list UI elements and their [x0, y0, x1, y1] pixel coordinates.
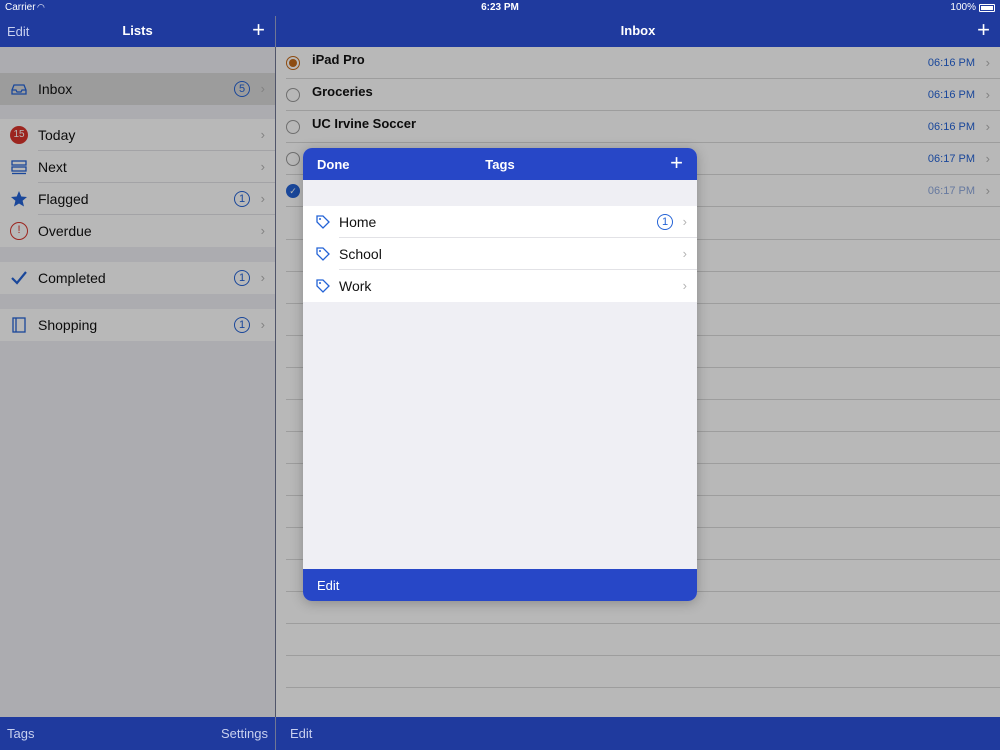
- tag-row-work[interactable]: Work ›: [303, 270, 697, 302]
- battery-percentage: 100%: [950, 2, 976, 13]
- lists-title: Lists: [122, 23, 153, 38]
- inbox-edit-button[interactable]: Edit: [290, 726, 312, 741]
- tag-row-home[interactable]: Home 1 ›: [303, 206, 697, 238]
- tag-icon: [316, 279, 330, 293]
- tag-row-school[interactable]: School ›: [303, 238, 697, 270]
- clock: 6:23 PM: [481, 2, 519, 13]
- tags-popover: Done Tags + Home 1 › School › Work › Edi…: [303, 148, 697, 601]
- lists-toolbar: Tags Settings: [0, 717, 275, 750]
- tag-label: Home: [339, 214, 377, 230]
- tag-label: School: [339, 246, 382, 262]
- tags-popover-header: Done Tags +: [303, 148, 697, 180]
- chevron-right-icon: ›: [682, 278, 687, 293]
- tags-popover-title: Tags: [485, 157, 515, 172]
- tags-popover-footer: Edit: [303, 569, 697, 601]
- tag-label: Work: [339, 278, 372, 294]
- lists-nav-bar: Edit Lists +: [0, 16, 275, 47]
- chevron-right-icon: ›: [682, 214, 687, 229]
- inbox-toolbar: Edit: [276, 717, 1000, 750]
- add-task-button[interactable]: +: [977, 18, 990, 42]
- tags-edit-button[interactable]: Edit: [317, 578, 339, 593]
- settings-button[interactable]: Settings: [221, 726, 268, 741]
- tag-icon: [316, 215, 330, 229]
- inbox-title: Inbox: [620, 23, 656, 38]
- inbox-nav-bar: Inbox +: [276, 16, 1000, 47]
- count-badge: 1: [657, 214, 673, 230]
- status-bar: Carrier ◠ 6:23 PM 100%: [0, 0, 1000, 16]
- tag-icon: [316, 247, 330, 261]
- add-tag-button[interactable]: +: [670, 151, 683, 175]
- add-list-button[interactable]: +: [252, 18, 265, 42]
- tags-button[interactable]: Tags: [7, 726, 34, 741]
- chevron-right-icon: ›: [682, 246, 687, 261]
- battery-icon: [979, 4, 995, 12]
